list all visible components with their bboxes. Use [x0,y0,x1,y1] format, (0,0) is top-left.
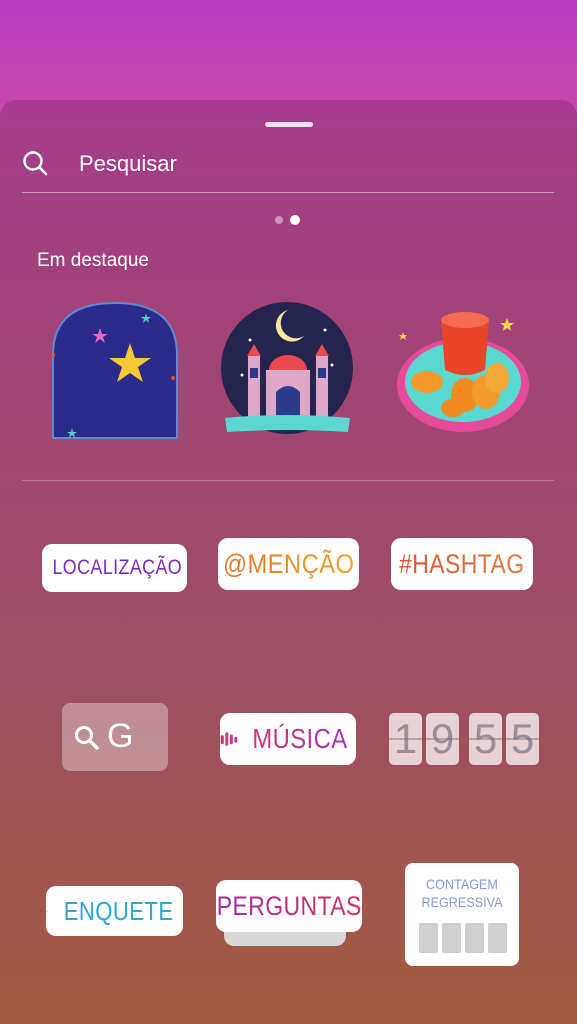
questions-label: PERGUNTAS [216,890,362,921]
poll-lines-icon [46,910,48,912]
poll-sticker[interactable]: ENQUETE [46,886,183,936]
clock-digit: 5 [469,713,502,765]
search-input[interactable] [77,146,551,182]
section-divider [22,480,554,481]
drag-handle[interactable] [265,122,313,127]
clock-digit: 9 [426,713,459,765]
countdown-cell [419,923,438,953]
countdown-label: CONTAGEM REGRESSIVA [421,876,503,910]
moon-sticker[interactable] [50,300,180,440]
countdown-cells [419,923,507,953]
gif-label: G [107,717,134,755]
mosque-sticker[interactable] [220,300,355,438]
mention-label: @MENÇÃO [222,548,355,579]
tea-dates-sticker[interactable] [393,300,533,440]
sticker-tray: Em destaque [0,100,577,1024]
countdown-cell [442,923,461,953]
search-icon [23,151,48,176]
page-dot [275,216,283,224]
countdown-cell [488,923,507,953]
music-sticker[interactable]: MÚSICA [220,713,356,765]
clock-digit: 1 [389,713,422,765]
clock-sticker[interactable]: 1 9 5 5 [389,713,539,765]
mention-sticker[interactable]: @MENÇÃO [218,538,359,590]
music-label: MÚSICA [252,723,348,754]
clock-digit: 5 [506,713,539,765]
music-bars-icon [220,732,238,746]
gif-search-icon [75,726,99,750]
countdown-sticker[interactable]: CONTAGEM REGRESSIVA [405,863,519,966]
section-title: Em destaque [37,250,149,271]
location-label: LOCALIZAÇÃO [52,556,183,579]
poll-label: ENQUETE [63,895,174,926]
hashtag-label: #HASHTAG [399,548,525,579]
gif-sticker[interactable]: G [62,703,168,771]
countdown-cell [465,923,484,953]
search-bar [22,144,554,193]
page-indicator [275,215,300,225]
hashtag-sticker[interactable]: #HASHTAG [391,538,533,590]
page-dot-active [290,215,300,225]
location-sticker[interactable]: LOCALIZAÇÃO [42,544,187,592]
questions-sticker[interactable]: PERGUNTAS [216,880,362,932]
